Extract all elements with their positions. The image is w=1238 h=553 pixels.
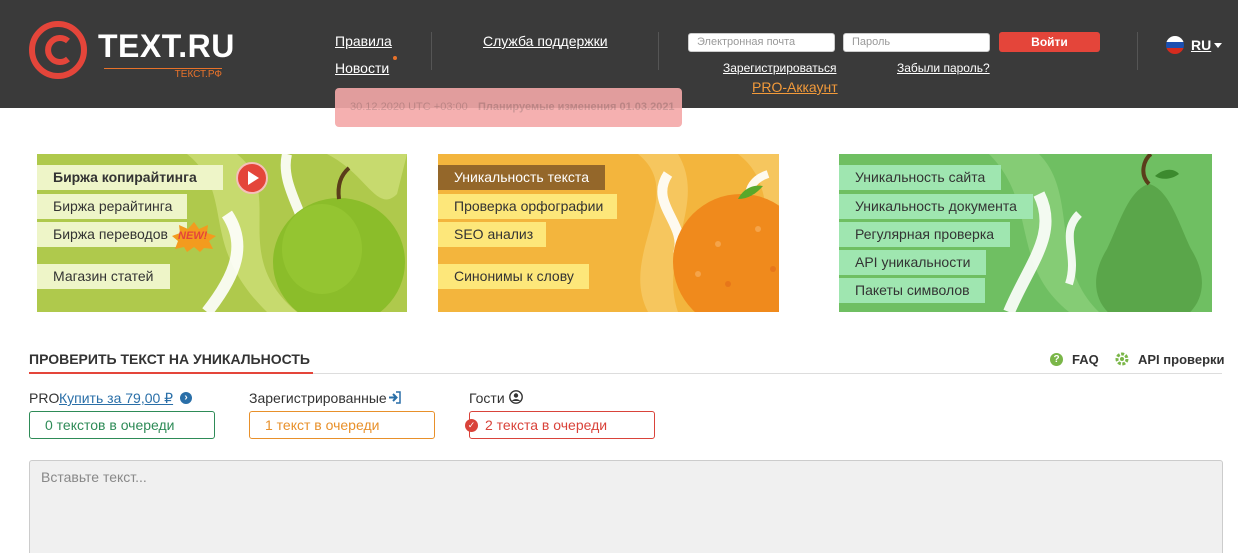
link-spell-check[interactable]: Проверка орфографии [438, 194, 617, 219]
register-link[interactable]: Зарегистрироваться [723, 61, 836, 75]
logo-subtitle: ТЕКСТ.РФ [104, 68, 222, 81]
faq-link[interactable]: FAQ [1072, 352, 1099, 367]
link-document-uniqueness[interactable]: Уникальность документа [839, 194, 1033, 219]
link-api-uniqueness[interactable]: API уникальности [839, 250, 986, 275]
logo-text[interactable]: TEXT.RU [98, 28, 235, 65]
login-button[interactable]: Войти [999, 32, 1100, 52]
email-field[interactable]: Электронная почта [688, 33, 835, 52]
link-synonyms[interactable]: Синонимы к слову [438, 264, 589, 289]
link-copywriting-exchange[interactable]: Биржа копирайтинга [37, 165, 223, 190]
guests-label: Гости [469, 390, 505, 406]
api-check-link[interactable]: API проверки [1138, 352, 1225, 367]
nav-support-link[interactable]: Служба поддержки [483, 33, 608, 49]
forgot-password-link[interactable]: Забыли пароль? [897, 61, 990, 75]
russia-flag-icon[interactable] [1166, 36, 1184, 54]
divider [1137, 32, 1138, 70]
language-selector[interactable]: RU [1191, 37, 1211, 53]
gear-icon[interactable] [1115, 352, 1129, 366]
section-title: ПРОВЕРИТЬ ТЕКСТ НА УНИКАЛЬНОСТЬ [29, 351, 310, 367]
new-badge-label: NEW! [178, 230, 208, 242]
uniqueness-banner: Уникальность сайта Уникальность документ… [839, 154, 1212, 312]
registered-label: Зарегистрированные [249, 390, 387, 406]
divider [658, 32, 659, 70]
seo-banner: Уникальность текста Проверка орфографии … [438, 154, 779, 312]
user-icon [509, 390, 523, 404]
guests-queue-box: 2 текста в очереди [469, 411, 655, 439]
password-field[interactable]: Пароль [843, 33, 990, 52]
pro-buy-link[interactable]: Купить за 79,00 ₽ [59, 390, 173, 407]
new-badge: NEW! [172, 222, 216, 252]
chevron-right-icon[interactable]: › [180, 392, 192, 404]
play-icon[interactable] [236, 162, 268, 194]
notice-date: 30.12.2020 UTC +03:00 [350, 101, 468, 113]
link-text-uniqueness[interactable]: Уникальность текста [438, 165, 605, 190]
nav-news-link[interactable]: Новости [335, 60, 389, 76]
chevron-down-icon[interactable] [1214, 43, 1222, 48]
check-icon: ✓ [465, 419, 478, 432]
link-seo-analysis[interactable]: SEO анализ [438, 222, 546, 247]
logo-copyright-icon[interactable] [28, 20, 88, 80]
news-notice[interactable]: 30.12.2020 UTC +03:00 Планируемые измене… [335, 88, 682, 127]
pro-queue-box: 0 текстов в очереди [29, 411, 215, 439]
question-icon[interactable]: ? [1050, 353, 1063, 366]
nav-rules-link[interactable]: Правила [335, 33, 392, 49]
news-indicator-dot [393, 56, 397, 60]
link-translation-exchange[interactable]: Биржа переводов [37, 222, 187, 247]
link-article-shop[interactable]: Магазин статей [37, 264, 170, 289]
pro-account-link[interactable]: PRO-Аккаунт [752, 79, 838, 95]
divider [431, 32, 432, 70]
notice-text[interactable]: Планируемые изменения 01.03.2021 [478, 101, 675, 113]
link-symbol-packages[interactable]: Пакеты символов [839, 278, 985, 303]
exchange-banner: Биржа копирайтинга Биржа рерайтинга Бирж… [37, 154, 407, 312]
link-rewriting-exchange[interactable]: Биржа рерайтинга [37, 194, 187, 219]
text-input-area[interactable]: Вставьте текст... [29, 460, 1223, 553]
login-icon [389, 391, 401, 404]
active-tab-underline [29, 372, 313, 374]
pro-label: PRO [29, 390, 60, 406]
registered-queue-box: 1 текст в очереди [249, 411, 435, 439]
link-regular-check[interactable]: Регулярная проверка [839, 222, 1010, 247]
link-site-uniqueness[interactable]: Уникальность сайта [839, 165, 1001, 190]
